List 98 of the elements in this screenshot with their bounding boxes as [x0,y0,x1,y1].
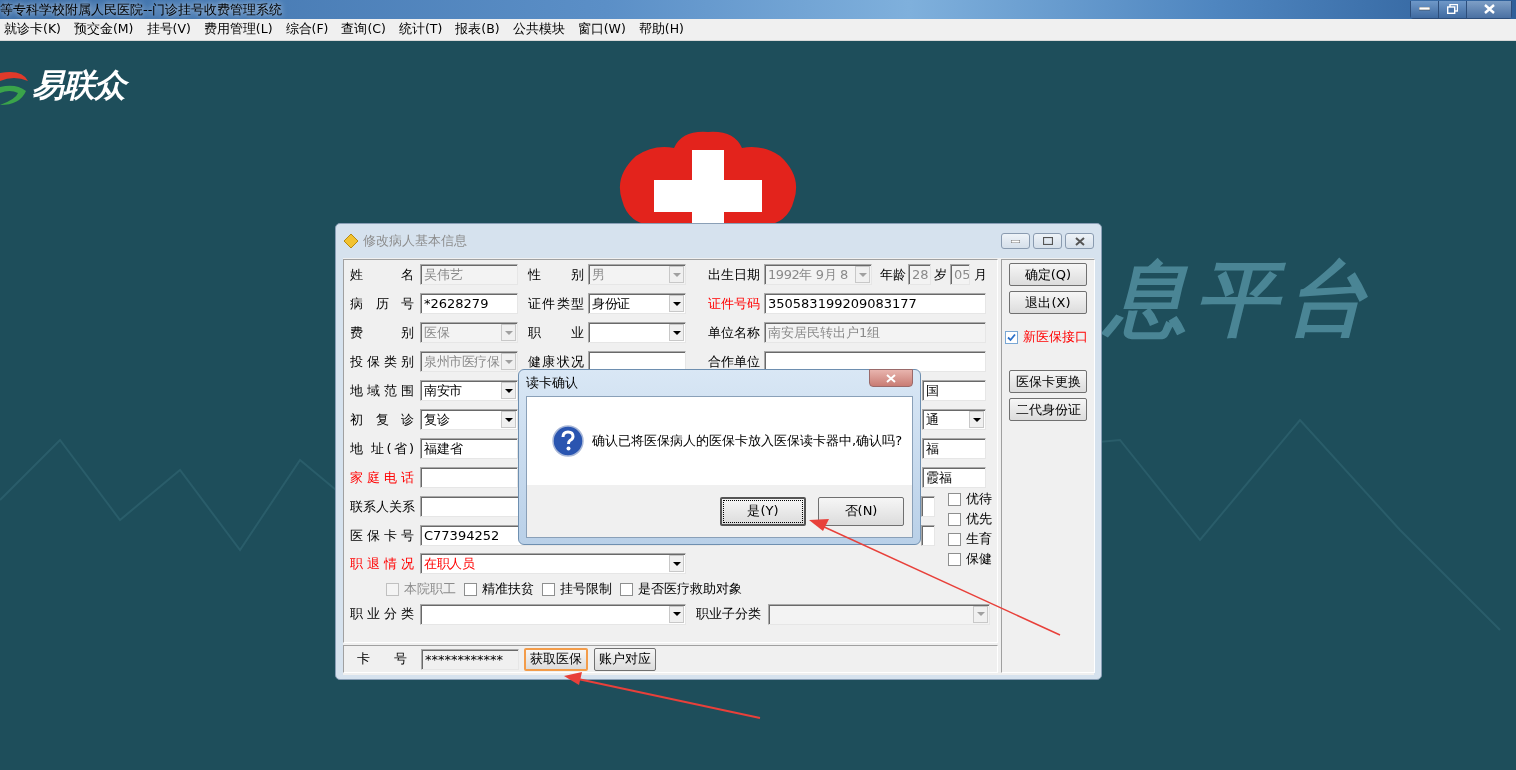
menu-item[interactable]: 就诊卡(K) [2,21,63,38]
checkbox[interactable]: 是否医疗救助对象 [620,580,742,598]
dropdown-field[interactable]: 南安市 [420,380,518,401]
field-label: 年龄 [880,265,906,284]
field-label: 证件类型 [528,294,584,313]
minimize-button[interactable] [1411,0,1439,18]
close-icon [1483,4,1495,14]
checkbox[interactable]: 保健 [948,549,989,569]
side-button[interactable]: 医保卡更换 [1009,370,1087,393]
field-label: 初复诊 [350,410,414,429]
message-text: 确认已将医保病人的医保卡放入医保读卡器中,确认吗? [592,432,903,450]
field-label: 医保卡号 [350,526,414,545]
menu-item[interactable]: 查询(C) [339,21,388,38]
text-field[interactable]: *2628279 [420,293,518,314]
text-field[interactable]: 350583199209083177 [764,293,986,314]
field-label: 职业 [528,323,584,342]
field-label: 联系人关系 [350,497,414,516]
field-label: 姓名 [350,265,414,284]
field-label: 职业分类 [350,605,414,623]
field-label: 病历号 [350,294,414,313]
field-label: 地 址(省) [350,439,414,458]
text-field[interactable] [921,496,935,517]
menu-item[interactable]: 公共模块 [510,21,567,38]
checkbox[interactable]: 挂号限制 [542,580,612,598]
checkbox[interactable]: 新医保接口 [1005,328,1088,346]
text-field[interactable]: 福建省 [420,438,518,459]
text-field[interactable]: 国 [922,380,986,401]
maximize-button[interactable] [1033,233,1062,249]
menu-item[interactable]: 预交金(M) [71,21,136,38]
menu-item[interactable]: 帮助(H) [636,21,686,38]
minimize-icon [1419,7,1430,11]
menu-item[interactable]: 统计(T) [396,21,445,38]
side-button[interactable]: 二代身份证 [1009,398,1087,421]
checkbox[interactable]: 精准扶贫 [464,580,534,598]
menu-item[interactable]: 费用管理(L) [201,21,275,38]
menu-item[interactable]: 报表(B) [453,21,502,38]
caret-icon [504,359,513,364]
caret-icon [672,330,681,335]
caret-icon [504,388,513,393]
window-title: 等专科学校附属人民医院--门诊挂号收费管理系统 [0,0,284,19]
field-label: 月 [974,265,987,284]
field-label: 健康状况 [528,352,584,371]
caret-icon [858,272,867,277]
caret-icon [976,612,985,616]
caret-icon [672,612,681,616]
field-label: 证件号码 [708,294,761,313]
text-field[interactable]: 霞福 [922,467,986,488]
menu-item[interactable]: 窗口(W) [575,21,628,38]
field-label: 家庭电话 [350,468,414,487]
field-label: 单位名称 [708,323,761,342]
caret-icon [972,417,981,422]
text-field[interactable] [420,467,518,488]
minimize-icon [1011,239,1020,243]
close-icon [886,373,896,383]
question-icon [552,425,584,457]
field-label: 费别 [350,323,414,342]
dropdown-field[interactable] [588,322,686,343]
field-label: 投保类别 [350,352,414,371]
restore-button[interactable] [1439,0,1467,18]
field-label: 合作单位 [708,352,761,371]
text-field[interactable] [921,525,935,546]
field-label: 岁 [934,265,947,284]
caret-icon [504,330,513,335]
close-icon [1074,236,1085,246]
dialog-title: 修改病人基本信息 [363,232,468,250]
card-number-field[interactable]: ************ [421,648,519,670]
close-button[interactable] [1065,233,1094,249]
action-button[interactable]: 账户对应 [594,647,656,671]
checkmark-icon [1007,332,1016,342]
text-field[interactable]: 福 [922,438,986,459]
dialog-button[interactable]: 是(Y) [720,496,806,526]
restore-icon [1447,4,1458,14]
close-button[interactable] [1467,0,1511,18]
maximize-icon [1042,237,1053,245]
action-button[interactable]: 获取医保 [524,647,588,671]
message-box-title: 读卡确认 [526,374,578,392]
side-button[interactable]: 退出(X) [1009,291,1087,314]
field-label: 性别 [528,265,584,284]
caret-icon [672,301,681,306]
caret-icon [672,561,681,566]
field-label: 卡号 [357,650,407,668]
menu-item[interactable]: 挂号(V) [144,21,193,38]
dropdown-field[interactable] [420,603,686,625]
dropdown-field[interactable]: 在职人员 [420,553,686,574]
dialog-button[interactable]: 否(N) [818,496,904,526]
close-button[interactable] [869,369,913,387]
field-label: 地域范围 [350,381,414,400]
field-label: 职退情况 [350,554,414,573]
menu-item[interactable]: 综合(F) [283,21,331,38]
dropdown-field[interactable]: 身份证 [588,293,686,314]
dropdown-field[interactable]: 通 [922,409,986,430]
app-icon [343,233,359,249]
field-label: 出生日期 [708,265,761,284]
caret-icon [504,417,513,422]
side-button[interactable]: 确定(Q) [1009,263,1087,286]
caret-icon [672,272,681,277]
dropdown-field[interactable]: 复诊 [420,409,518,430]
field-label: 职业子分类 [696,605,762,623]
